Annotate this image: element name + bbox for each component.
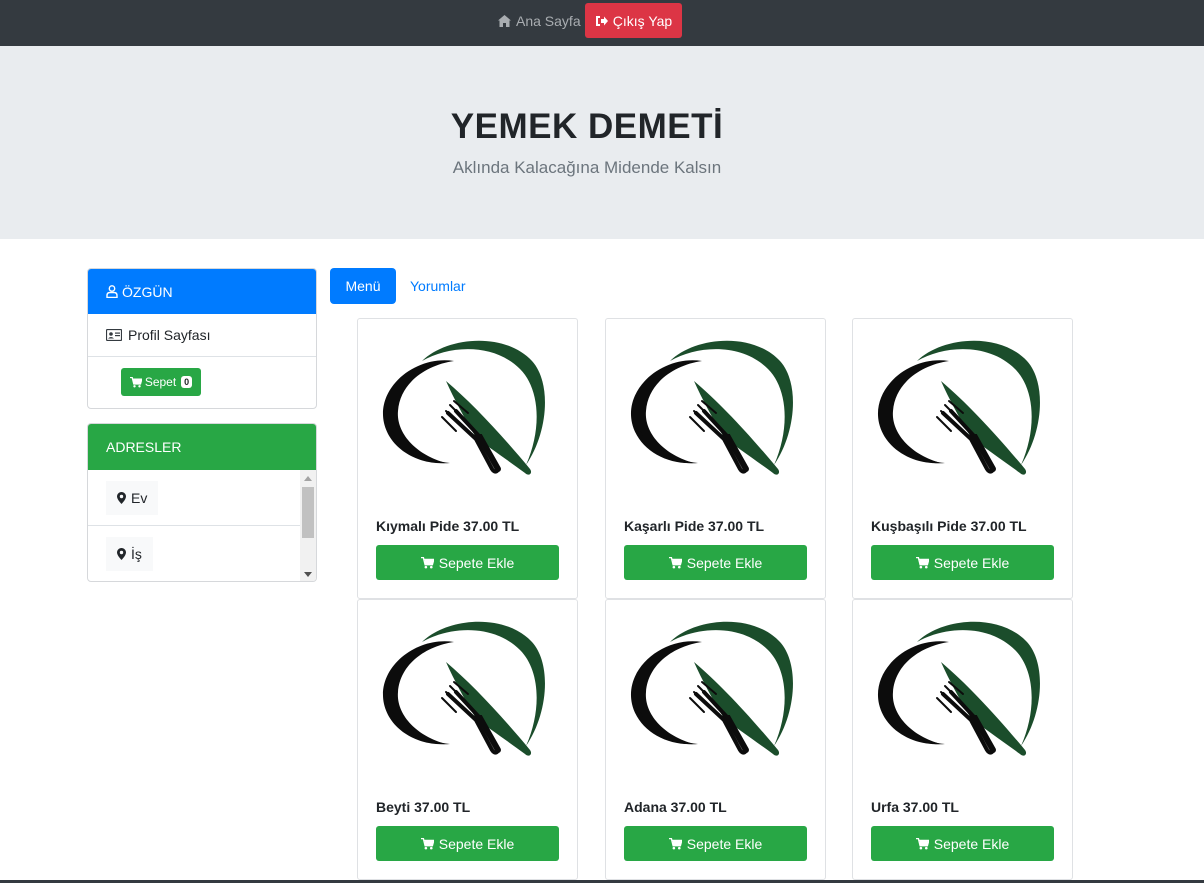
shopping-cart-icon (668, 837, 682, 850)
add-to-cart-label: Sepete Ekle (686, 835, 763, 852)
add-to-cart-button[interactable]: Sepete Ekle (871, 545, 1054, 580)
address-list: Ev İş (88, 470, 301, 581)
product-card: Kaşarlı Pide 37.00 TL Sepete Ekle (605, 318, 826, 599)
user-icon (106, 285, 118, 298)
cart-count-badge: 0 (181, 376, 193, 388)
profile-page-link[interactable]: Profil Sayfası (88, 314, 316, 357)
cart-button[interactable]: Sepet 0 (121, 368, 201, 396)
address-item: Ev (88, 470, 301, 526)
site-title: YEMEK DEMETİ (450, 107, 724, 146)
logout-button[interactable]: Çıkış Yap (585, 3, 682, 38)
user-card: ÖZGÜN Profil Sayfası Sepet 0 (87, 268, 317, 409)
shopping-cart-icon (129, 376, 142, 388)
scroll-down-arrow[interactable] (304, 572, 312, 577)
add-to-cart-button[interactable]: Sepete Ekle (624, 545, 807, 580)
sign-out-icon (595, 15, 608, 27)
home-icon (498, 15, 511, 27)
map-marker-icon (117, 548, 126, 560)
add-to-cart-button[interactable]: Sepete Ekle (376, 826, 559, 861)
map-marker-icon (117, 492, 126, 504)
scroll-thumb[interactable] (302, 487, 314, 538)
product-name: Urfa 37.00 TL (871, 799, 959, 815)
shopping-cart-icon (915, 556, 929, 569)
add-to-cart-button[interactable]: Sepete Ekle (376, 545, 559, 580)
username: ÖZGÜN (122, 283, 173, 300)
tab-reviews[interactable]: Yorumlar (410, 278, 466, 294)
add-to-cart-label: Sepete Ekle (438, 554, 515, 571)
cart-label: Sepet (144, 375, 177, 389)
logout-label: Çıkış Yap (612, 12, 673, 29)
product-card: Kıymalı Pide 37.00 TL Sepete Ekle (357, 318, 578, 599)
product-name: Adana 37.00 TL (624, 799, 727, 815)
address-scrollbar[interactable] (300, 470, 316, 581)
address-home-button[interactable]: Ev (106, 481, 159, 515)
plate-fork-knife-logo (871, 614, 1043, 760)
plate-fork-knife-logo (624, 333, 796, 479)
profile-page-label: Profil Sayfası (128, 327, 211, 343)
shopping-cart-icon (420, 837, 434, 850)
product-name: Kuşbaşılı Pide 37.00 TL (871, 518, 1027, 534)
product-name: Kıymalı Pide 37.00 TL (376, 518, 520, 534)
add-to-cart-label: Sepete Ekle (933, 835, 1010, 852)
product-card: Urfa 37.00 TL Sepete Ekle (852, 599, 1073, 880)
address-label: Ev (131, 490, 148, 506)
product-name: Kaşarlı Pide 37.00 TL (624, 518, 765, 534)
home-link[interactable]: Ana Sayfa (498, 13, 581, 29)
add-to-cart-label: Sepete Ekle (933, 554, 1010, 571)
hero-banner: YEMEK DEMETİ Aklında Kalacağına Midende … (0, 46, 1204, 239)
plate-fork-knife-logo (624, 614, 796, 760)
address-work-button[interactable]: İş (106, 537, 153, 571)
product-card: Adana 37.00 TL Sepete Ekle (605, 599, 826, 880)
shopping-cart-icon (668, 556, 682, 569)
shopping-cart-icon (420, 556, 434, 569)
product-name: Beyti 37.00 TL (376, 799, 471, 815)
address-item: İş (88, 526, 301, 581)
top-navbar: Ana Sayfa Çıkış Yap (0, 0, 1204, 46)
add-to-cart-label: Sepete Ekle (438, 835, 515, 852)
shopping-cart-icon (915, 837, 929, 850)
plate-fork-knife-logo (871, 333, 1043, 479)
site-subtitle: Aklında Kalacağına Midende Kalsın (452, 158, 722, 177)
plate-fork-knife-logo (376, 614, 548, 760)
add-to-cart-button[interactable]: Sepete Ekle (871, 826, 1054, 861)
add-to-cart-label: Sepete Ekle (686, 554, 763, 571)
id-card-icon (106, 329, 122, 341)
product-card: Beyti 37.00 TL Sepete Ekle (357, 599, 578, 880)
scroll-up-arrow[interactable] (304, 476, 312, 481)
address-card: ADRESLER Ev İş (87, 423, 317, 582)
home-label: Ana Sayfa (516, 13, 581, 29)
user-card-header: ÖZGÜN (88, 269, 316, 314)
product-card: Kuşbaşılı Pide 37.00 TL Sepete Ekle (852, 318, 1073, 599)
plate-fork-knife-logo (376, 333, 548, 479)
add-to-cart-button[interactable]: Sepete Ekle (624, 826, 807, 861)
address-card-header: ADRESLER (88, 424, 316, 470)
address-label: İş (131, 546, 142, 562)
tab-menu[interactable]: Menü (330, 268, 396, 304)
